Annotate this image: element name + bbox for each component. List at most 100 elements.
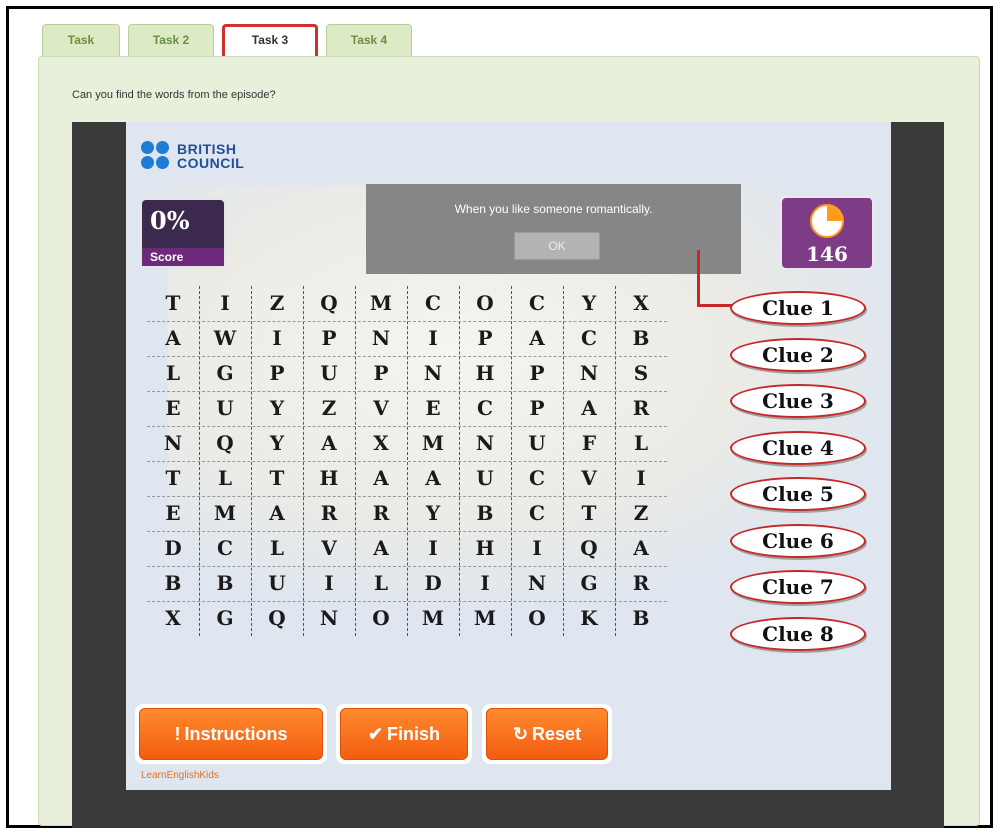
grid-cell[interactable]: X xyxy=(147,601,199,636)
grid-cell[interactable]: O xyxy=(355,601,407,636)
grid-cell[interactable]: A xyxy=(355,461,407,496)
clue-button-5[interactable]: Clue 5 xyxy=(730,477,866,511)
grid-cell[interactable]: C xyxy=(511,286,563,321)
grid-cell[interactable]: Y xyxy=(251,391,303,426)
grid-cell[interactable]: E xyxy=(407,391,459,426)
grid-cell[interactable]: G xyxy=(199,356,251,391)
grid-cell[interactable]: L xyxy=(615,426,667,461)
grid-cell[interactable]: Y xyxy=(563,286,615,321)
grid-cell[interactable]: K xyxy=(563,601,615,636)
grid-cell[interactable]: W xyxy=(199,321,251,356)
grid-cell[interactable]: G xyxy=(199,601,251,636)
grid-cell[interactable]: U xyxy=(303,356,355,391)
grid-cell[interactable]: L xyxy=(355,566,407,601)
grid-cell[interactable]: R xyxy=(615,566,667,601)
grid-cell[interactable]: U xyxy=(511,426,563,461)
grid-cell[interactable]: E xyxy=(147,391,199,426)
grid-cell[interactable]: M xyxy=(355,286,407,321)
grid-cell[interactable]: I xyxy=(615,461,667,496)
tab-task[interactable]: Task xyxy=(42,24,120,56)
tab-task-4[interactable]: Task 4 xyxy=(326,24,412,56)
grid-cell[interactable]: B xyxy=(147,566,199,601)
grid-cell[interactable]: Q xyxy=(563,531,615,566)
grid-cell[interactable]: H xyxy=(459,356,511,391)
grid-cell[interactable]: T xyxy=(147,461,199,496)
grid-cell[interactable]: Z xyxy=(615,496,667,531)
grid-cell[interactable]: P xyxy=(459,321,511,356)
grid-cell[interactable]: L xyxy=(199,461,251,496)
grid-cell[interactable]: A xyxy=(355,531,407,566)
clue-button-3[interactable]: Clue 3 xyxy=(730,384,866,418)
grid-cell[interactable]: I xyxy=(511,531,563,566)
clue-button-1[interactable]: Clue 1 xyxy=(730,291,866,325)
grid-cell[interactable]: I xyxy=(407,321,459,356)
grid-cell[interactable]: O xyxy=(459,286,511,321)
grid-cell[interactable]: B xyxy=(615,601,667,636)
grid-cell[interactable]: C xyxy=(459,391,511,426)
grid-cell[interactable]: C xyxy=(199,531,251,566)
clue-button-7[interactable]: Clue 7 xyxy=(730,570,866,604)
grid-cell[interactable]: R xyxy=(615,391,667,426)
grid-cell[interactable]: N xyxy=(459,426,511,461)
grid-cell[interactable]: M xyxy=(199,496,251,531)
clue-button-2[interactable]: Clue 2 xyxy=(730,338,866,372)
grid-cell[interactable]: H xyxy=(459,531,511,566)
grid-cell[interactable]: H xyxy=(303,461,355,496)
ok-button[interactable]: OK xyxy=(514,232,600,260)
grid-cell[interactable]: Z xyxy=(251,286,303,321)
grid-cell[interactable]: M xyxy=(407,601,459,636)
grid-cell[interactable]: L xyxy=(147,356,199,391)
grid-cell[interactable]: B xyxy=(615,321,667,356)
grid-cell[interactable]: P xyxy=(511,391,563,426)
grid-cell[interactable]: Y xyxy=(251,426,303,461)
grid-cell[interactable]: N xyxy=(563,356,615,391)
grid-cell[interactable]: Q xyxy=(251,601,303,636)
reset-button[interactable]: ↻ Reset xyxy=(482,704,612,764)
grid-cell[interactable]: T xyxy=(563,496,615,531)
grid-cell[interactable]: T xyxy=(147,286,199,321)
grid-cell[interactable]: X xyxy=(355,426,407,461)
grid-cell[interactable]: Q xyxy=(199,426,251,461)
grid-cell[interactable]: I xyxy=(251,321,303,356)
grid-cell[interactable]: P xyxy=(511,356,563,391)
grid-cell[interactable]: M xyxy=(459,601,511,636)
grid-cell[interactable]: A xyxy=(303,426,355,461)
grid-cell[interactable]: A xyxy=(511,321,563,356)
grid-cell[interactable]: R xyxy=(303,496,355,531)
grid-cell[interactable]: V xyxy=(303,531,355,566)
grid-cell[interactable]: A xyxy=(407,461,459,496)
grid-cell[interactable]: A xyxy=(615,531,667,566)
clue-button-6[interactable]: Clue 6 xyxy=(730,524,866,558)
grid-cell[interactable]: C xyxy=(407,286,459,321)
grid-cell[interactable]: M xyxy=(407,426,459,461)
grid-cell[interactable]: N xyxy=(407,356,459,391)
grid-cell[interactable]: V xyxy=(563,461,615,496)
tab-task-3[interactable]: Task 3 xyxy=(222,24,318,56)
grid-cell[interactable]: D xyxy=(407,566,459,601)
grid-cell[interactable]: Y xyxy=(407,496,459,531)
grid-cell[interactable]: I xyxy=(407,531,459,566)
grid-cell[interactable]: L xyxy=(251,531,303,566)
grid-cell[interactable]: I xyxy=(303,566,355,601)
instructions-button[interactable]: ! Instructions xyxy=(135,704,327,764)
grid-cell[interactable]: V xyxy=(355,391,407,426)
grid-cell[interactable]: A xyxy=(563,391,615,426)
clue-button-4[interactable]: Clue 4 xyxy=(730,431,866,465)
grid-cell[interactable]: P xyxy=(251,356,303,391)
grid-cell[interactable]: Z xyxy=(303,391,355,426)
grid-cell[interactable]: E xyxy=(147,496,199,531)
grid-cell[interactable]: U xyxy=(459,461,511,496)
finish-button[interactable]: ✔ Finish xyxy=(336,704,472,764)
grid-cell[interactable]: U xyxy=(199,391,251,426)
clue-button-8[interactable]: Clue 8 xyxy=(730,617,866,651)
grid-cell[interactable]: B xyxy=(199,566,251,601)
grid-cell[interactable]: T xyxy=(251,461,303,496)
grid-cell[interactable]: P xyxy=(303,321,355,356)
grid-cell[interactable]: A xyxy=(147,321,199,356)
grid-cell[interactable]: P xyxy=(355,356,407,391)
grid-cell[interactable]: O xyxy=(511,601,563,636)
grid-cell[interactable]: R xyxy=(355,496,407,531)
tab-task-2[interactable]: Task 2 xyxy=(128,24,214,56)
grid-cell[interactable]: C xyxy=(511,461,563,496)
grid-cell[interactable]: C xyxy=(563,321,615,356)
